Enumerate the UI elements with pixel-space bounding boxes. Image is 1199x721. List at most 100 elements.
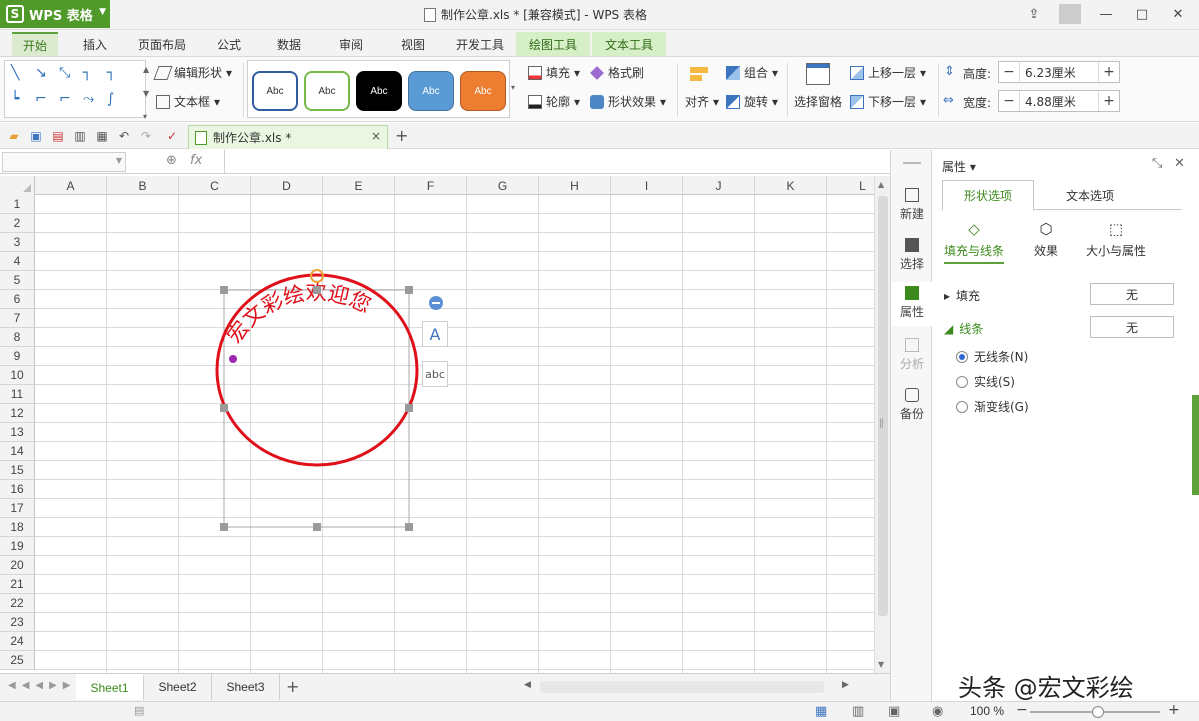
tab-developer[interactable]: 开发工具 [448, 32, 512, 56]
bring-forward-button[interactable]: 上移一层 ▾ [850, 64, 926, 81]
style-preset-3[interactable]: Abc [356, 71, 402, 111]
rotate-button[interactable]: 旋转 ▾ [726, 93, 778, 110]
row-header[interactable]: 12 [0, 404, 35, 423]
close-tab-icon[interactable]: × [371, 129, 381, 143]
subtab-size-properties[interactable]: ⬚ 大小与属性 [1086, 220, 1146, 259]
row-header[interactable]: 15 [0, 461, 35, 480]
zoom-out-button[interactable]: − [1016, 702, 1028, 718]
add-sheet-button[interactable]: + [286, 677, 299, 696]
sheet-navigation-icon[interactable]: ◀◀◀▶▶ [8, 680, 76, 691]
fill-value-button[interactable]: 无 [1090, 283, 1174, 305]
line-section-header[interactable]: ◢ 线条 [944, 320, 983, 337]
side-select-button[interactable]: 选择 [891, 238, 933, 278]
elbow-double-arrow-icon[interactable]: ┕ [11, 91, 19, 107]
tab-data[interactable]: 数据 [266, 32, 312, 56]
selection-pane-button[interactable]: 选择窗格 [794, 93, 842, 110]
dock-icon[interactable]: ⤡ [1152, 156, 1162, 171]
document-tab[interactable]: 制作公章.xls * × [188, 125, 388, 149]
row-header[interactable]: 14 [0, 442, 35, 461]
send-backward-button[interactable]: 下移一层 ▾ [850, 93, 926, 110]
row-header[interactable]: 7 [0, 309, 35, 328]
column-header[interactable]: A [35, 176, 107, 195]
zoom-in-button[interactable]: + [1168, 702, 1180, 718]
fill-button[interactable]: 填充 ▾ [528, 64, 580, 81]
close-button[interactable]: ✕ [1167, 4, 1189, 24]
normal-view-icon[interactable]: ▦ [815, 704, 827, 719]
row-header[interactable]: 10 [0, 366, 35, 385]
column-header[interactable]: J [683, 176, 755, 195]
row-header[interactable]: 22 [0, 594, 35, 613]
width-stepper[interactable]: − 4.88厘米 + [998, 90, 1120, 112]
height-stepper[interactable]: − 6.23厘米 + [998, 61, 1120, 83]
maximize-button[interactable]: □ [1131, 4, 1153, 24]
tab-formulas[interactable]: 公式 [206, 32, 252, 56]
row-header[interactable]: 16 [0, 480, 35, 499]
edit-shape-button[interactable]: 编辑形状 ▾ [153, 64, 232, 81]
height-input[interactable]: 6.23厘米 [1019, 62, 1099, 82]
double-arrow-shape-icon[interactable]: ⤡ [59, 65, 70, 81]
style-preset-1[interactable]: Abc [252, 71, 298, 111]
line-value-button[interactable]: 无 [1090, 316, 1174, 338]
row-header[interactable]: 11 [0, 385, 35, 404]
freeform-icon[interactable]: ∫ [107, 91, 114, 107]
fill-section-header[interactable]: ▸ 填充 [944, 287, 980, 304]
row-header[interactable]: 4 [0, 252, 35, 271]
row-header[interactable]: 25 [0, 651, 35, 670]
row-header[interactable]: 20 [0, 556, 35, 575]
tab-review[interactable]: 审阅 [328, 32, 374, 56]
style-preset-4[interactable]: Abc [408, 71, 454, 111]
formula-input[interactable] [224, 150, 890, 174]
line-shape-icon[interactable]: ╲ [11, 65, 19, 81]
column-header[interactable]: H [539, 176, 611, 195]
tab-text-tools[interactable]: 文本工具 [592, 32, 666, 56]
gallery-more-icon[interactable]: ▾ [511, 83, 515, 92]
upload-icon[interactable]: ⇪ [1023, 4, 1045, 24]
radio-gradient-line[interactable]: 渐变线(G) [956, 398, 1029, 415]
column-header[interactable]: F [395, 176, 467, 195]
text-box-button[interactable]: 文本框 ▾ [156, 93, 220, 110]
print-preview-icon[interactable]: ▦ [94, 128, 110, 144]
group-button[interactable]: 组合 ▾ [726, 64, 778, 81]
column-header[interactable]: B [107, 176, 179, 195]
side-backup-button[interactable]: 备份 [891, 388, 933, 428]
row-header[interactable]: 1 [0, 195, 35, 214]
shape-gallery[interactable]: ╲ ↘ ⤡ ┐ ┐ ┕ ⌐ ⌐ ⤳ ∫ ▲ ▼ ▾ [4, 60, 149, 121]
width-input[interactable]: 4.88厘米 [1019, 91, 1099, 111]
curved-connector-icon[interactable]: ⌐ [35, 91, 47, 107]
horizontal-scrollbar[interactable]: ◀ ▶ [520, 679, 860, 695]
panel-title[interactable]: 属性 ▾ [942, 158, 976, 175]
row-header[interactable]: 23 [0, 613, 35, 632]
close-panel-icon[interactable]: ✕ [1174, 156, 1185, 171]
sheet-tab-1[interactable]: Sheet1 [76, 674, 144, 700]
row-header[interactable]: 5 [0, 271, 35, 290]
row-header[interactable]: 2 [0, 214, 35, 233]
redo-icon[interactable]: ↷ [138, 128, 154, 144]
minimize-button[interactable]: — [1095, 4, 1117, 24]
zoom-slider-knob[interactable] [1092, 706, 1104, 718]
undo-icon[interactable]: ↶ [116, 128, 132, 144]
side-analysis-button[interactable]: 分析 [891, 338, 933, 378]
radio-no-line[interactable]: 无线条(N) [956, 348, 1028, 365]
elbow-connector-icon[interactable]: ┐ [83, 65, 91, 81]
arrow-shape-icon[interactable]: ↘ [35, 65, 47, 81]
curved-double-arrow-icon[interactable]: ⤳ [83, 91, 94, 107]
column-header[interactable]: C [179, 176, 251, 195]
format-painter-button[interactable]: 格式刷 [590, 64, 644, 81]
height-decrease-button[interactable]: − [999, 62, 1019, 82]
reading-mode-icon[interactable]: ◉ [932, 704, 943, 719]
subtab-effects[interactable]: ⬡ 效果 [1034, 220, 1058, 259]
shape-effect-button[interactable]: 形状效果 ▾ [590, 93, 666, 110]
spreadsheet-grid[interactable]: ABCDEFGHIJKL 1 2 3 4 5 6 7 8 9 10 11 12 13 14 15 16 17 18… [0, 176, 874, 673]
print-icon[interactable]: ▥ [72, 128, 88, 144]
tab-drawing-tools[interactable]: 绘图工具 [516, 32, 590, 56]
tab-shape-options[interactable]: 形状选项 [942, 180, 1034, 211]
curved-arrow-icon[interactable]: ⌐ [59, 91, 71, 107]
tab-text-options[interactable]: 文本选项 [1046, 180, 1134, 210]
side-properties-button[interactable]: 属性 [891, 282, 933, 326]
select-all-corner[interactable] [0, 176, 35, 195]
row-header[interactable]: 24 [0, 632, 35, 651]
style-preset-5[interactable]: Abc [460, 71, 506, 111]
tab-page-layout[interactable]: 页面布局 [132, 32, 192, 56]
width-decrease-button[interactable]: − [999, 91, 1019, 111]
sheet-tab-3[interactable]: Sheet3 [212, 674, 280, 700]
